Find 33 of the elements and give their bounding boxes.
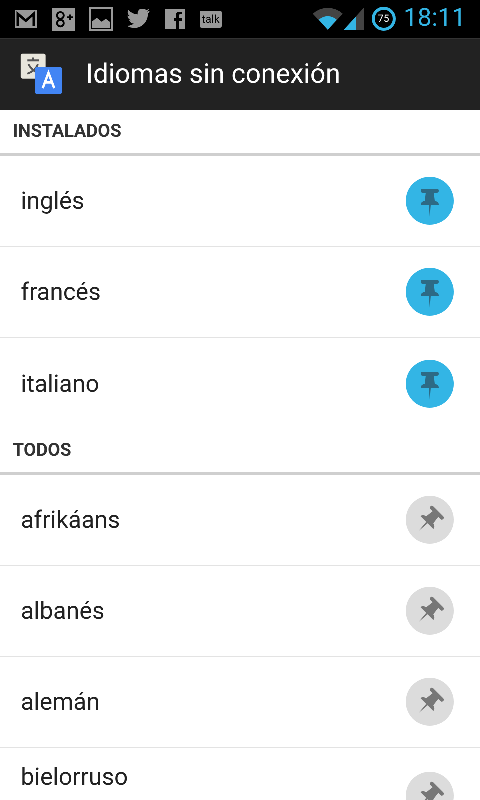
pin-button[interactable] [406,177,454,225]
pin-button[interactable] [406,360,454,408]
app-title: Idiomas sin conexión [86,57,341,92]
language-name: bielorruso [21,762,130,792]
language-row[interactable]: albanés [0,566,480,657]
section-header: INSTALADOS [13,120,122,144]
language-name: afrikáans [21,505,122,535]
language-name: albanés [21,596,106,626]
gplus-icon [52,8,75,30]
language-name: inglés [21,186,86,216]
bird-icon [127,9,151,29]
pin-button[interactable] [406,678,454,726]
mail-icon [14,9,38,29]
language-name: italiano [21,368,100,398]
facebook-icon [165,9,185,29]
language-name: francés [21,277,102,307]
section-header: TODOS [13,439,72,463]
pin-button[interactable] [406,268,454,316]
gallery-icon [89,7,113,31]
wifi-icon [312,8,343,30]
pin-button[interactable] [406,587,454,635]
battery-icon: 75 [372,7,396,31]
talk-icon: talk [200,10,222,28]
language-row[interactable]: bielorruso [0,748,480,800]
language-row[interactable]: alemán [0,657,480,748]
language-row[interactable]: afrikáans [0,475,480,566]
pin-button[interactable] [406,496,454,544]
clock: 18:11 [404,3,466,36]
language-row[interactable]: francés [0,247,480,338]
signal-icon [344,8,364,30]
language-row[interactable]: inglés [0,156,480,247]
language-row[interactable]: italiano [0,338,480,429]
language-name: alemán [21,687,101,717]
